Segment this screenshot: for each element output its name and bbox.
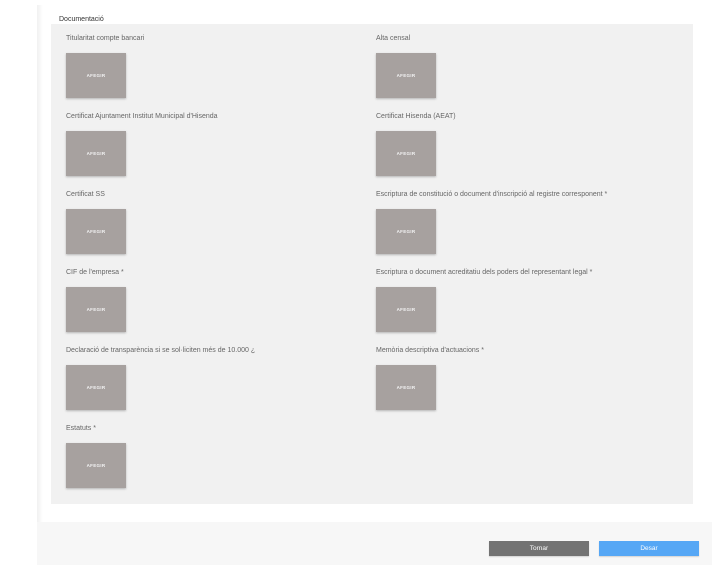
doc-label-transparency-declaration: Declaració de transparència si se sol·li… [66, 347, 256, 354]
add-button-label: AFEGIR [396, 229, 416, 234]
add-button-label: AFEGIR [86, 229, 106, 234]
add-button-aeat-certificate[interactable]: AFEGIR [376, 131, 436, 176]
add-button-census-registration[interactable]: AFEGIR [376, 53, 436, 98]
doc-label-census-registration: Alta censal [376, 35, 411, 42]
doc-label-constitution-deed: Escriptura de constitució o document d'i… [376, 191, 608, 198]
save-button[interactable]: Desar [599, 541, 699, 556]
container-edge [37, 5, 43, 522]
add-button-label: AFEGIR [396, 73, 416, 78]
add-button-constitution-deed[interactable]: AFEGIR [376, 209, 436, 254]
documents-panel [51, 24, 693, 504]
add-button-label: AFEGIR [86, 385, 106, 390]
back-button[interactable]: Tornar [489, 541, 589, 556]
doc-label-municipal-certificate: Certificat Ajuntament Institut Municipal… [66, 113, 218, 120]
add-button-label: AFEGIR [86, 73, 106, 78]
add-button-ss-certificate[interactable]: AFEGIR [66, 209, 126, 254]
add-button-company-cif[interactable]: AFEGIR [66, 287, 126, 332]
doc-label-ss-certificate: Certificat SS [66, 191, 105, 198]
doc-label-bank-account: Titularitat compte bancari [66, 35, 145, 42]
add-button-label: AFEGIR [396, 307, 416, 312]
add-button-label: AFEGIR [396, 385, 416, 390]
add-button-label: AFEGIR [86, 307, 106, 312]
add-button-transparency-declaration[interactable]: AFEGIR [66, 365, 126, 410]
section-title: Documentació [59, 16, 104, 23]
doc-label-aeat-certificate: Certificat Hisenda (AEAT) [376, 113, 456, 120]
add-button-statutes[interactable]: AFEGIR [66, 443, 126, 488]
doc-label-statutes: Estatuts * [66, 425, 96, 432]
add-button-activities-report[interactable]: AFEGIR [376, 365, 436, 410]
add-button-label: AFEGIR [396, 151, 416, 156]
add-button-representative-powers[interactable]: AFEGIR [376, 287, 436, 332]
add-button-label: AFEGIR [86, 463, 106, 468]
doc-label-activities-report: Memòria descriptiva d'actuacions * [376, 347, 484, 354]
doc-label-representative-powers: Escriptura o document acreditatiu dels p… [376, 269, 593, 276]
add-button-label: AFEGIR [86, 151, 106, 156]
add-button-municipal-certificate[interactable]: AFEGIR [66, 131, 126, 176]
add-button-bank-account[interactable]: AFEGIR [66, 53, 126, 98]
doc-label-company-cif: CIF de l'empresa * [66, 269, 124, 276]
